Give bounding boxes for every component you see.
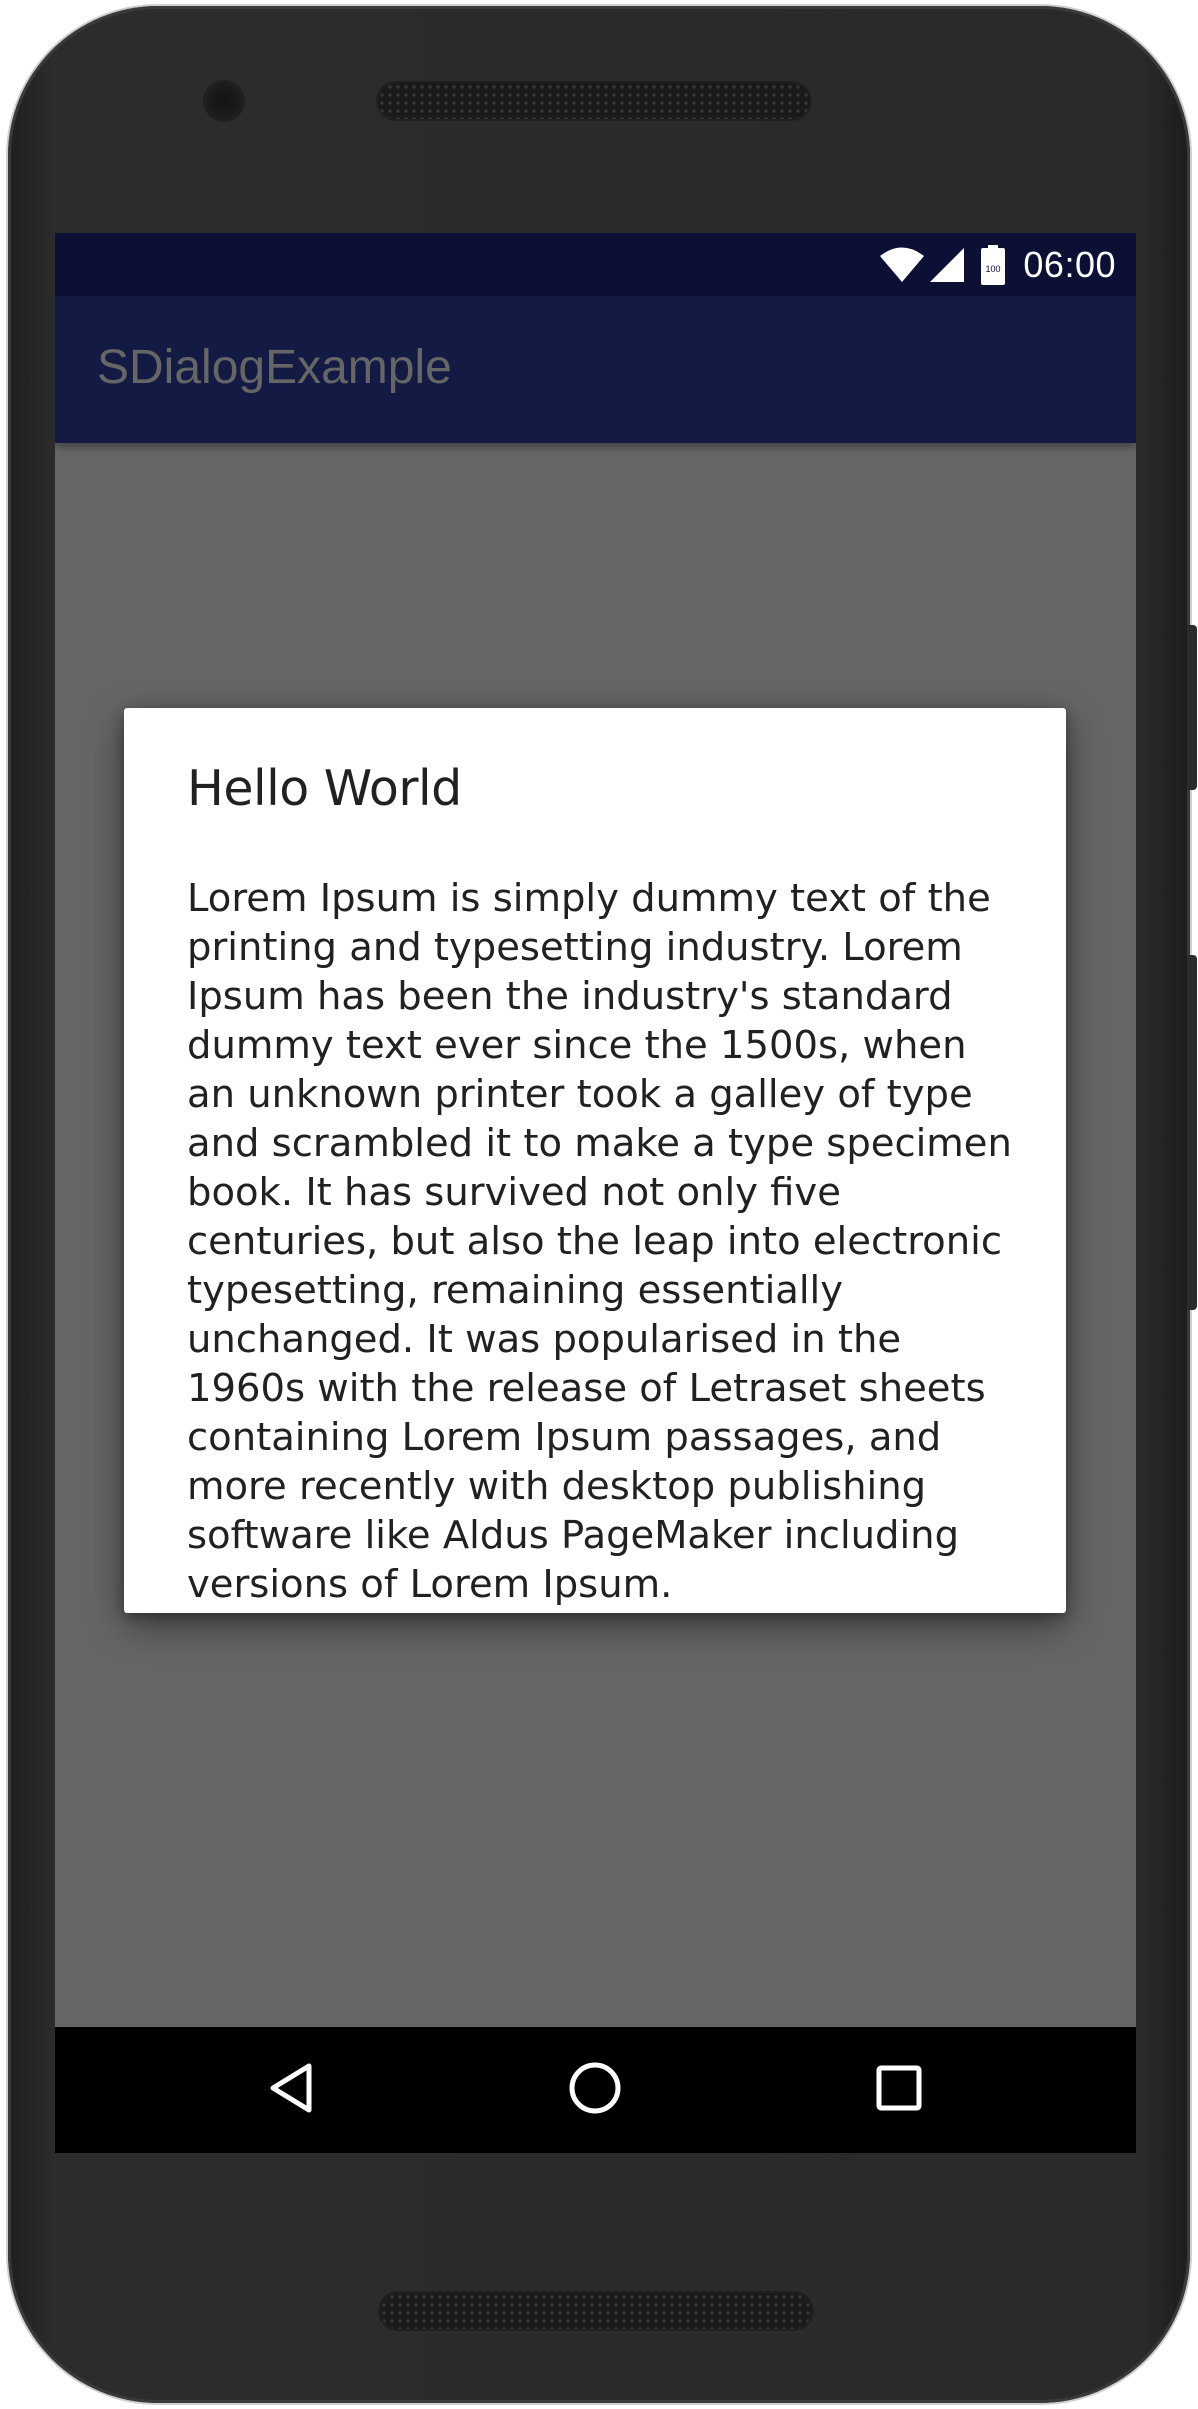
power-button <box>1187 625 1197 790</box>
recent-apps-button[interactable] <box>863 2054 935 2126</box>
recent-apps-icon <box>875 2064 923 2117</box>
home-icon <box>567 2060 623 2121</box>
bottom-speaker <box>380 2293 812 2329</box>
navigation-bar <box>55 2027 1136 2153</box>
back-icon <box>267 2062 315 2119</box>
volume-button <box>1187 955 1197 1310</box>
front-camera <box>205 82 243 120</box>
svg-text:100: 100 <box>986 264 1001 274</box>
dialog-title: Hello World <box>187 760 462 817</box>
dialog[interactable]: Hello World Lorem Ipsum is simply dummy … <box>124 708 1066 1613</box>
app-title: SDialogExample <box>97 341 452 394</box>
phone-screen: 100 06:00 SDialogExample Hello World Lor… <box>55 233 1136 2153</box>
battery-icon: 100 <box>981 244 1006 285</box>
back-button[interactable] <box>255 2054 327 2126</box>
app-bar: SDialogExample <box>55 296 1136 443</box>
earpiece-speaker <box>378 83 810 119</box>
status-icons: 100 06:00 <box>879 233 1116 296</box>
status-time: 06:00 <box>1023 243 1116 285</box>
wifi-icon <box>879 247 925 283</box>
status-bar: 100 06:00 <box>55 233 1136 296</box>
cellular-signal-icon <box>929 247 965 283</box>
dialog-message: Lorem Ipsum is simply dummy text of the … <box>187 876 1012 1607</box>
home-button[interactable] <box>559 2054 631 2126</box>
